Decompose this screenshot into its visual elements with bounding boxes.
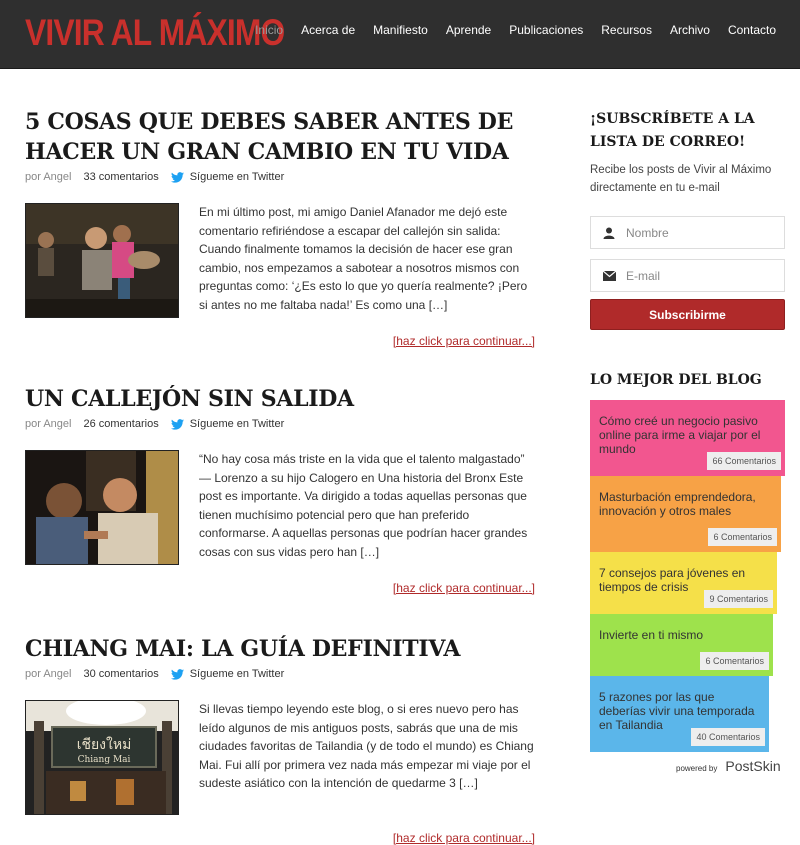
subscribe-widget: ¡Subscríbete a la lista de correo! Recib… bbox=[590, 108, 785, 330]
twitter-bird-icon bbox=[170, 171, 184, 183]
best-post-title: Invierte en ti mismo bbox=[599, 628, 704, 642]
read-more-link[interactable]: [haz click para continuar...] bbox=[393, 334, 535, 348]
postskin-logo: PostSkin bbox=[725, 758, 781, 774]
twitter-follow-label: Sígueme en Twitter bbox=[189, 418, 285, 430]
twitter-bird-icon bbox=[170, 418, 184, 430]
powered-by[interactable]: powered by PostSkin bbox=[676, 758, 781, 774]
best-post-comments: 6 Comentarios bbox=[708, 528, 777, 546]
post-excerpt-text: “No hay cosa más triste en la vida que e… bbox=[199, 452, 528, 559]
best-post-card[interactable]: 7 consejos para jóvenes en tiempos de cr… bbox=[590, 552, 777, 614]
powered-by-label: powered by bbox=[676, 764, 718, 773]
post-author[interactable]: por Angel bbox=[25, 668, 71, 680]
best-post-title: Cómo creé un negocio pasivo online para … bbox=[599, 414, 761, 456]
best-post-card[interactable]: Invierte en ti mismo 6 Comentarios bbox=[590, 614, 773, 676]
user-icon bbox=[602, 226, 616, 240]
nav-item-publicaciones[interactable]: Publicaciones bbox=[509, 23, 583, 37]
post-meta: por Angel 26 comentarios Sígueme en Twit… bbox=[25, 418, 535, 430]
email-placeholder: E-mail bbox=[626, 268, 661, 283]
post-title[interactable]: Chiang Mai: la guía definitiva bbox=[25, 634, 535, 664]
nav-item-inicio[interactable]: Inicio bbox=[255, 23, 283, 37]
best-post-card[interactable]: 5 razones por las que deberías vivir una… bbox=[590, 676, 769, 752]
best-post-card[interactable]: Masturbación emprendedora, innovación y … bbox=[590, 476, 781, 552]
read-more-link[interactable]: [haz click para continuar...] bbox=[393, 581, 535, 595]
twitter-follow-link[interactable]: Sígueme en Twitter bbox=[170, 418, 285, 430]
post-excerpt: En mi último post, mi amigo Daniel Afana… bbox=[25, 203, 535, 318]
twitter-follow-link[interactable]: Sígueme en Twitter bbox=[170, 668, 285, 680]
best-of-blog-title: Lo mejor del blog bbox=[590, 372, 762, 388]
photo-man-with-child bbox=[26, 204, 178, 317]
post-excerpt: เชียงใหม่ Chiang Mai Si llevas tiempo le… bbox=[25, 700, 535, 815]
nav-item-aprende[interactable]: Aprende bbox=[446, 23, 491, 37]
envelope-icon bbox=[602, 269, 616, 283]
post-excerpt-text: En mi último post, mi amigo Daniel Afana… bbox=[199, 205, 528, 312]
photo-chiang-mai-sign: เชียงใหม่ Chiang Mai bbox=[26, 701, 178, 814]
post-card: 5 cosas que debes saber antes de hacer u… bbox=[25, 107, 535, 348]
post-meta: por Angel 33 comentarios Sígueme en Twit… bbox=[25, 171, 535, 183]
post-thumbnail[interactable] bbox=[25, 203, 179, 318]
best-post-title: 5 razones por las que deberías vivir una… bbox=[599, 690, 755, 732]
best-post-comments: 40 Comentarios bbox=[691, 728, 765, 746]
best-post-comments: 9 Comentarios bbox=[704, 590, 773, 608]
post-card: Chiang Mai: la guía definitiva por Angel… bbox=[25, 634, 535, 845]
post-author[interactable]: por Angel bbox=[25, 418, 71, 430]
name-field[interactable]: Nombre bbox=[590, 216, 785, 249]
email-field[interactable]: E-mail bbox=[590, 259, 785, 292]
read-more-link[interactable]: [haz click para continuar...] bbox=[393, 831, 535, 845]
best-post-comments: 66 Comentarios bbox=[707, 452, 781, 470]
subscribe-button[interactable]: Subscribirme bbox=[590, 299, 785, 330]
sign-latin-text: Chiang Mai bbox=[78, 755, 131, 765]
read-more: [haz click para continuar...] bbox=[25, 334, 535, 348]
nav-item-archivo[interactable]: Archivo bbox=[670, 23, 710, 37]
nav-item-manifiesto[interactable]: Manifiesto bbox=[373, 23, 428, 37]
post-title[interactable]: 5 cosas que debes saber antes de hacer u… bbox=[25, 107, 535, 167]
best-post-comments: 6 Comentarios bbox=[700, 652, 769, 670]
main-nav: Inicio Acerca de Manifiesto Aprende Publ… bbox=[237, 23, 776, 37]
post-comments-link[interactable]: 30 comentarios bbox=[83, 668, 158, 680]
read-more: [haz click para continuar...] bbox=[25, 581, 535, 595]
photo-man-and-boy bbox=[26, 451, 178, 564]
nav-item-acerca-de[interactable]: Acerca de bbox=[301, 23, 355, 37]
site-header: VIVIR AL MÁXIMO Inicio Acerca de Manifie… bbox=[0, 0, 800, 69]
twitter-follow-label: Sígueme en Twitter bbox=[189, 668, 285, 680]
twitter-follow-link[interactable]: Sígueme en Twitter bbox=[170, 171, 285, 183]
twitter-bird-icon bbox=[170, 668, 184, 680]
post-meta: por Angel 30 comentarios Sígueme en Twit… bbox=[25, 668, 535, 680]
post-excerpt-text: Si llevas tiempo leyendo este blog, o si… bbox=[199, 702, 534, 790]
nav-item-recursos[interactable]: Recursos bbox=[601, 23, 652, 37]
best-post-card[interactable]: Cómo creé un negocio pasivo online para … bbox=[590, 400, 785, 476]
post-author[interactable]: por Angel bbox=[25, 171, 71, 183]
sign-thai-text: เชียงใหม่ bbox=[77, 736, 132, 753]
post-title[interactable]: Un callejón sin salida bbox=[25, 384, 535, 414]
nav-item-contacto[interactable]: Contacto bbox=[728, 23, 776, 37]
post-card: Un callejón sin salida por Angel 26 come… bbox=[25, 384, 535, 595]
name-placeholder: Nombre bbox=[626, 225, 669, 240]
subscribe-title: ¡Subscríbete a la lista de correo! bbox=[590, 111, 755, 150]
post-excerpt: “No hay cosa más triste en la vida que e… bbox=[25, 450, 535, 565]
best-post-title: Masturbación emprendedora, innovación y … bbox=[599, 490, 756, 518]
read-more: [haz click para continuar...] bbox=[25, 831, 535, 845]
post-thumbnail[interactable] bbox=[25, 450, 179, 565]
post-comments-link[interactable]: 26 comentarios bbox=[83, 418, 158, 430]
post-thumbnail[interactable]: เชียงใหม่ Chiang Mai bbox=[25, 700, 179, 815]
post-comments-link[interactable]: 33 comentarios bbox=[83, 171, 158, 183]
twitter-follow-label: Sígueme en Twitter bbox=[189, 171, 285, 183]
subscribe-description: Recibe los posts de Vivir al Máximo dire… bbox=[590, 164, 772, 194]
